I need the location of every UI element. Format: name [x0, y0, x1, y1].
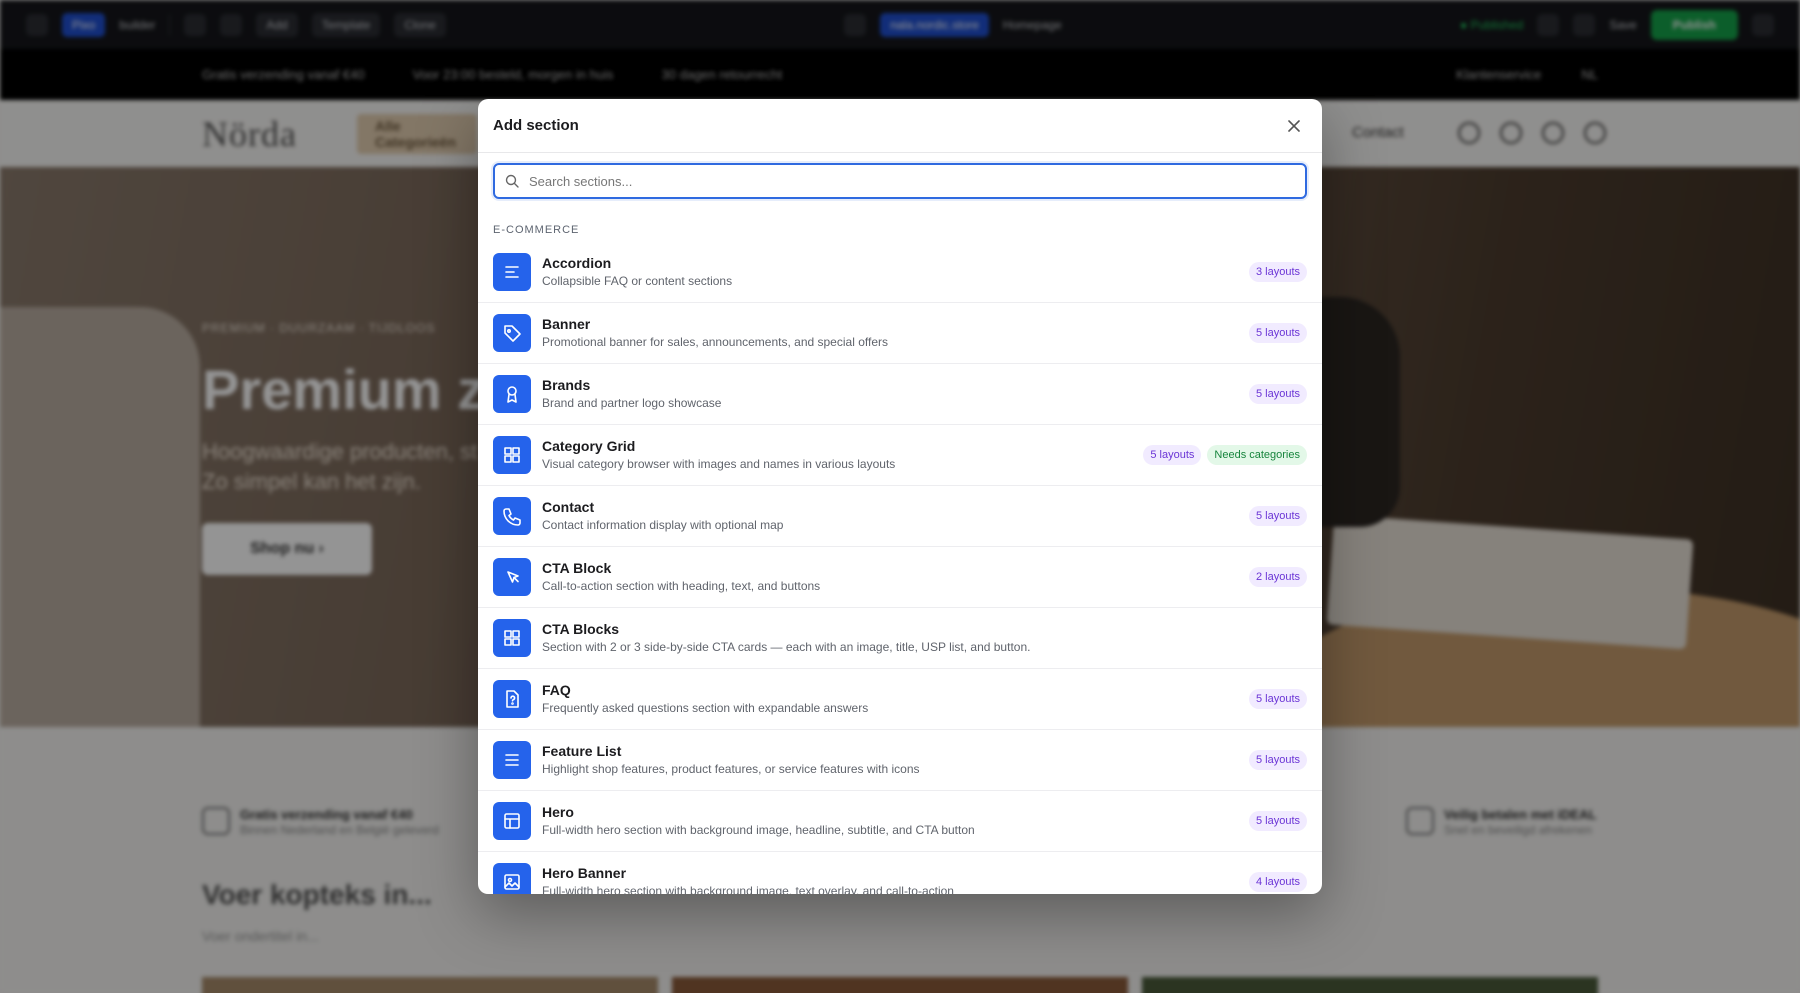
section-name: Contact: [542, 499, 595, 515]
section-item-brands[interactable]: Brands Brand and partner logo showcase 5 l…: [478, 364, 1322, 425]
section-name: CTA Blocks: [542, 621, 620, 637]
section-name: Accordion: [542, 255, 612, 271]
section-item-banner[interactable]: Banner Promotional banner for sales, anno…: [478, 303, 1322, 364]
section-description: Highlight shop features, product feature…: [542, 762, 920, 776]
image-icon: [493, 863, 531, 894]
pointer-icon: [493, 558, 531, 596]
layout-count-badge: 5 layouts: [1143, 445, 1202, 465]
section-name: Banner: [542, 316, 591, 332]
layout-count-badge: 5 layouts: [1248, 506, 1307, 526]
section-description: Section with 2 or 3 side-by-side CTA car…: [542, 640, 1031, 654]
section-name: Brands: [542, 377, 591, 393]
section-item-feature-list[interactable]: Feature List Highlight shop features, pro…: [478, 730, 1322, 791]
layout-count-badge: 5 layouts: [1248, 750, 1307, 770]
search-box[interactable]: [493, 163, 1307, 199]
section-name: Feature List: [542, 743, 622, 759]
layout-icon: [493, 802, 531, 840]
section-item-contact[interactable]: Contact Contact information display with …: [478, 486, 1322, 547]
modal-title: Add section: [493, 117, 579, 134]
award-icon: [493, 375, 531, 413]
section-description: Call-to-action section with heading, tex…: [542, 579, 821, 593]
tag-icon: [493, 314, 531, 352]
section-item-hero[interactable]: Hero Full-width hero section with backgro…: [478, 791, 1322, 852]
section-description: Promotional banner for sales, announceme…: [542, 335, 888, 349]
file-question-icon: [493, 680, 531, 718]
section-name: FAQ: [542, 682, 571, 698]
grid-icon: [493, 436, 531, 474]
section-item-faq[interactable]: FAQ Frequently asked questions section wi…: [478, 669, 1322, 730]
search-icon: [505, 174, 519, 188]
layout-count-badge: 5 layouts: [1248, 689, 1307, 709]
section-name: CTA Block: [542, 560, 612, 576]
layout-count-badge: 2 layouts: [1248, 567, 1307, 587]
section-item-category-grid[interactable]: Category Grid Visual category browser wit…: [478, 425, 1322, 486]
section-list: Accordion Collapsible FAQ or content sect…: [478, 242, 1322, 894]
requirement-badge: Needs categories: [1207, 445, 1307, 465]
grid-icon: [493, 619, 531, 657]
accordion-icon: [493, 253, 531, 291]
section-description: Visual category browser with images and …: [542, 457, 896, 471]
section-name: Hero Banner: [542, 865, 627, 881]
layout-count-badge: 5 layouts: [1248, 811, 1307, 831]
search-input[interactable]: [529, 173, 1295, 189]
layout-count-badge: 5 layouts: [1248, 323, 1307, 343]
layout-count-badge: 5 layouts: [1248, 384, 1307, 404]
section-description: Contact information display with optiona…: [542, 518, 784, 532]
close-icon: [1288, 119, 1300, 132]
section-name: Category Grid: [542, 438, 636, 454]
section-name: Hero: [542, 804, 574, 820]
section-item-accordion[interactable]: Accordion Collapsible FAQ or content sect…: [478, 242, 1322, 303]
section-description: Collapsible FAQ or content sections: [542, 274, 733, 288]
section-description: Frequently asked questions section with …: [542, 701, 869, 715]
layout-count-badge: 3 layouts: [1248, 262, 1307, 282]
list-icon: [493, 741, 531, 779]
modal-header: Add section: [478, 99, 1322, 153]
section-description: Full-width hero section with background …: [542, 823, 975, 837]
section-item-cta-block[interactable]: CTA Block Call-to-action section with hea…: [478, 547, 1322, 608]
group-label: E-COMMERCE: [493, 224, 580, 236]
section-item-hero-banner[interactable]: Hero Banner Full-width hero section with …: [478, 852, 1322, 894]
add-section-modal: Add section E-COMMERCE Accordion Collapsi…: [478, 99, 1322, 894]
phone-icon: [493, 497, 531, 535]
layout-count-badge: 4 layouts: [1248, 872, 1307, 892]
section-description: Brand and partner logo showcase: [542, 396, 722, 410]
section-description: Full-width hero section with background …: [542, 884, 954, 894]
section-item-cta-blocks[interactable]: CTA Blocks Section with 2 or 3 side-by-si…: [478, 608, 1322, 669]
close-button[interactable]: [1281, 113, 1307, 139]
